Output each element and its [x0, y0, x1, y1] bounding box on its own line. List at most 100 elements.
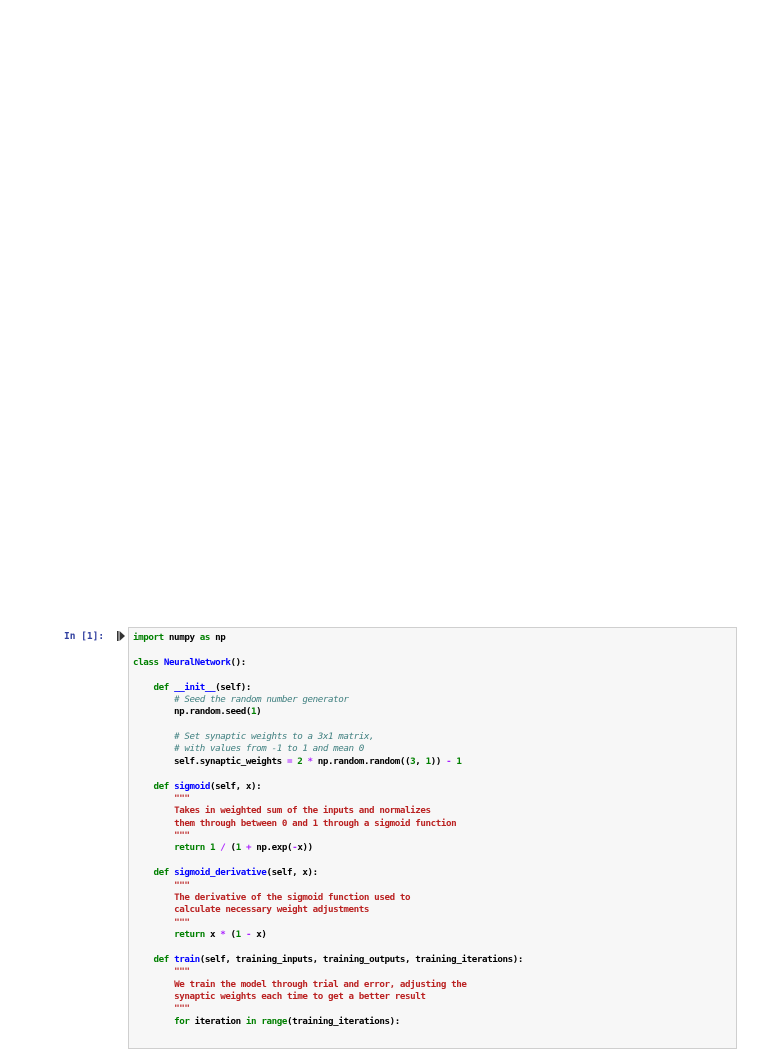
code-token: __init__	[174, 681, 216, 693]
code-token: self.synaptic_weights	[133, 755, 287, 767]
code-token: We train the model through trial and err…	[174, 978, 467, 990]
run-cell-icon[interactable]	[117, 631, 125, 644]
code-token: as	[199, 632, 211, 643]
code-token: range	[261, 1015, 287, 1027]
code-token: x))	[297, 842, 313, 854]
code-line: calculate necessary weight adjustments	[133, 904, 523, 916]
code-line: return 1 / (1 + np.exp(-x))	[133, 842, 523, 854]
code-line: import numpy as np	[133, 632, 523, 644]
code-token: np	[209, 632, 226, 643]
code-token: train	[174, 953, 200, 965]
code-editor[interactable]: import numpy as np class NeuralNetwork():…	[133, 632, 523, 1028]
code-token: def	[153, 867, 170, 879]
code-line: """	[133, 830, 523, 842]
code-token: (training_iterations):	[287, 1015, 400, 1027]
code-cell[interactable]: import numpy as np class NeuralNetwork():…	[128, 627, 737, 1049]
code-line: """	[133, 966, 523, 978]
code-line: def __init__(self):	[133, 682, 523, 694]
code-line: # Seed the random number generator	[133, 694, 523, 706]
code-token: ,	[415, 755, 426, 767]
code-token: iteration	[189, 1015, 246, 1027]
code-token: (	[225, 842, 237, 854]
code-token: """	[174, 792, 190, 804]
code-line: The derivative of the sigmoid function u…	[133, 892, 523, 904]
code-token: sigmoid_derivative	[174, 867, 267, 879]
code-line: """	[133, 880, 523, 892]
code-token: return	[174, 842, 205, 854]
code-token: 1	[456, 755, 462, 767]
code-token: Takes in weighted sum of the inputs and …	[174, 805, 431, 817]
code-line: Takes in weighted sum of the inputs and …	[133, 805, 523, 817]
cell-prompt: In [1]:	[64, 631, 105, 642]
code-token: calculate necessary weight adjustments	[174, 904, 370, 916]
code-token: """	[174, 916, 190, 928]
code-token: np.exp(	[251, 842, 293, 854]
code-token: for	[174, 1015, 190, 1027]
code-line: # Set synaptic weights to a 3x1 matrix,	[133, 731, 523, 743]
code-token: def	[153, 780, 170, 792]
code-line: them through between 0 and 1 through a s…	[133, 818, 523, 830]
code-line: def sigmoid_derivative(self, x):	[133, 867, 523, 879]
code-line: def sigmoid(self, x):	[133, 781, 523, 793]
code-token: def	[153, 681, 170, 693]
code-token: # Seed the random number generator	[174, 693, 349, 705]
code-token: them through between 0 and 1 through a s…	[174, 817, 457, 829]
code-token: (self):	[215, 681, 252, 693]
code-line: np.random.seed(1)	[133, 706, 523, 718]
code-token: def	[153, 953, 170, 965]
code-line: synaptic weights each time to get a bett…	[133, 991, 523, 1003]
code-line: """	[133, 917, 523, 929]
code-token: )	[256, 706, 262, 718]
code-token: """	[174, 879, 190, 891]
code-token: ))	[430, 755, 447, 767]
code-token: # Set synaptic weights to a 3x1 matrix,	[174, 731, 375, 742]
code-token: numpy	[163, 632, 200, 643]
code-token: in	[245, 1015, 257, 1027]
code-token: """	[174, 830, 190, 841]
code-token: (self, training_inputs, training_outputs…	[199, 953, 524, 965]
code-token: NeuralNetwork	[163, 656, 231, 668]
code-token: np.random.random((	[312, 755, 411, 767]
code-line: """	[133, 1003, 523, 1015]
code-line: """	[133, 793, 523, 805]
code-token: sigmoid	[174, 780, 210, 792]
code-line: We train the model through trial and err…	[133, 979, 523, 991]
code-token: (	[225, 929, 237, 940]
code-token: # with values from -1 to 1 and mean 0	[174, 743, 364, 755]
code-token: np.random.seed(	[133, 706, 252, 718]
code-line: # with values from -1 to 1 and mean 0	[133, 743, 523, 755]
code-token: class	[133, 656, 159, 668]
code-token: x	[204, 929, 221, 940]
code-token: The derivative of the sigmoid function u…	[174, 891, 411, 903]
code-line: for iteration in range(training_iteratio…	[133, 1016, 523, 1028]
code-line: return x * (1 - x)	[133, 929, 523, 941]
code-token: ():	[230, 656, 247, 668]
code-token: (self, x):	[266, 867, 318, 879]
code-token: return	[174, 929, 205, 940]
code-token: import	[133, 632, 164, 643]
code-token: """	[174, 966, 190, 978]
code-line: def train(self, training_inputs, trainin…	[133, 953, 524, 966]
